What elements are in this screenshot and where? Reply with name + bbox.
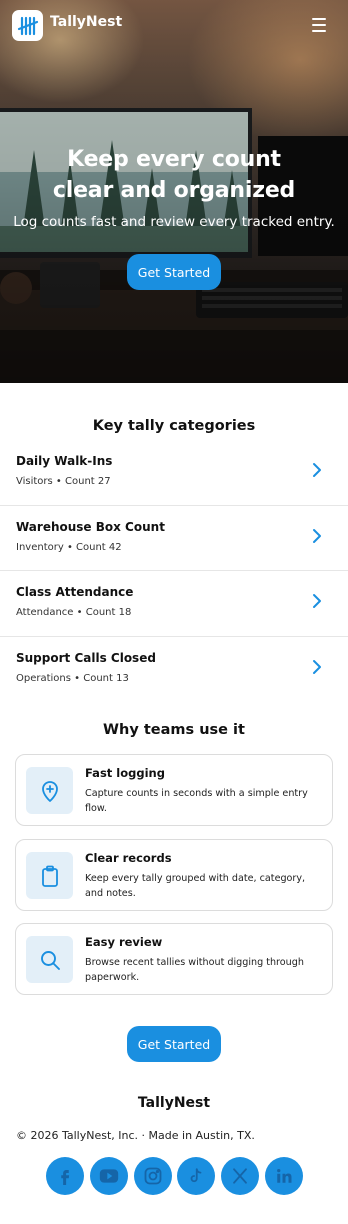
social-links <box>46 1157 304 1195</box>
chevron-right-icon <box>313 463 321 477</box>
category-item-class-attendance[interactable]: Class Attendance Attendance • Count 18 <box>0 571 348 637</box>
hero-title: Keep every count clear and organized <box>0 144 348 206</box>
hero-title-line1: Keep every count <box>67 147 281 172</box>
category-item-daily-walk-ins[interactable]: Daily Walk-Ins Visitors • Count 27 <box>0 440 348 506</box>
feature-card-easy-review: Easy review Browse recent tallies withou… <box>15 923 333 995</box>
linkedin-icon[interactable] <box>264 1157 303 1195</box>
category-title: Warehouse Box Count <box>16 519 165 534</box>
x-icon[interactable] <box>221 1157 260 1195</box>
brand-name[interactable]: TallyNest <box>50 14 122 30</box>
feature-card-clear-records: Clear records Keep every tally grouped w… <box>15 839 333 911</box>
categories-heading: Key tally categories <box>92 418 256 434</box>
chevron-right-icon <box>313 659 321 674</box>
category-title: Support Calls Closed <box>16 650 156 665</box>
category-item-support-calls-closed[interactable]: Support Calls Closed Operations • Count … <box>0 637 348 703</box>
category-item-warehouse-box-count[interactable]: Warehouse Box Count Inventory • Count 42 <box>0 506 348 571</box>
feature-description: Browse recent tallies without digging th… <box>85 957 304 983</box>
feature-description: Capture counts in seconds with a simple … <box>85 788 308 814</box>
category-title: Class Attendance <box>16 585 134 599</box>
features-heading: Why teams use it <box>103 722 245 738</box>
category-meta: Operations • Count 13 <box>16 672 129 684</box>
hamburger-menu-icon[interactable] <box>308 15 330 35</box>
instagram-icon[interactable] <box>133 1157 172 1195</box>
feature-card-fast-logging: Fast logging Capture counts in seconds w… <box>15 754 333 826</box>
chevron-right-icon <box>313 594 321 608</box>
category-list: Daily Walk-Ins Visitors • Count 27 Wareh… <box>0 440 348 702</box>
hero-subtitle: Log counts fast and review every tracked… <box>13 214 335 230</box>
feature-title: Clear records <box>85 851 172 865</box>
tiktok-icon[interactable] <box>177 1157 216 1195</box>
facebook-icon[interactable] <box>46 1157 84 1195</box>
hero-get-started-button[interactable]: Get Started <box>127 254 221 290</box>
tally-marks-icon[interactable] <box>12 10 43 41</box>
feature-title: Easy review <box>85 935 163 949</box>
get-started-button[interactable]: Get Started <box>127 1026 221 1062</box>
category-meta: Inventory • Count 42 <box>16 541 122 553</box>
category-meta: Attendance • Count 18 <box>16 607 132 618</box>
category-meta: Visitors • Count 27 <box>16 476 111 487</box>
hero-title-line2: clear and organized <box>52 178 296 203</box>
hero-section: TallyNest Keep every count clear and org… <box>0 0 348 383</box>
footer-brand: TallyNest <box>137 1095 211 1111</box>
category-title: Daily Walk-Ins <box>16 454 113 468</box>
youtube-icon[interactable] <box>89 1157 128 1195</box>
clipboard-icon <box>26 852 73 899</box>
copyright-text: © 2026 TallyNest, Inc. · Made in Austin,… <box>16 1129 255 1142</box>
search-icon <box>26 936 73 983</box>
location-plus-icon <box>26 767 73 814</box>
feature-title: Fast logging <box>85 766 165 780</box>
top-nav: TallyNest <box>0 0 348 52</box>
chevron-right-icon <box>313 528 321 543</box>
feature-description: Keep every tally grouped with date, cate… <box>85 873 306 899</box>
